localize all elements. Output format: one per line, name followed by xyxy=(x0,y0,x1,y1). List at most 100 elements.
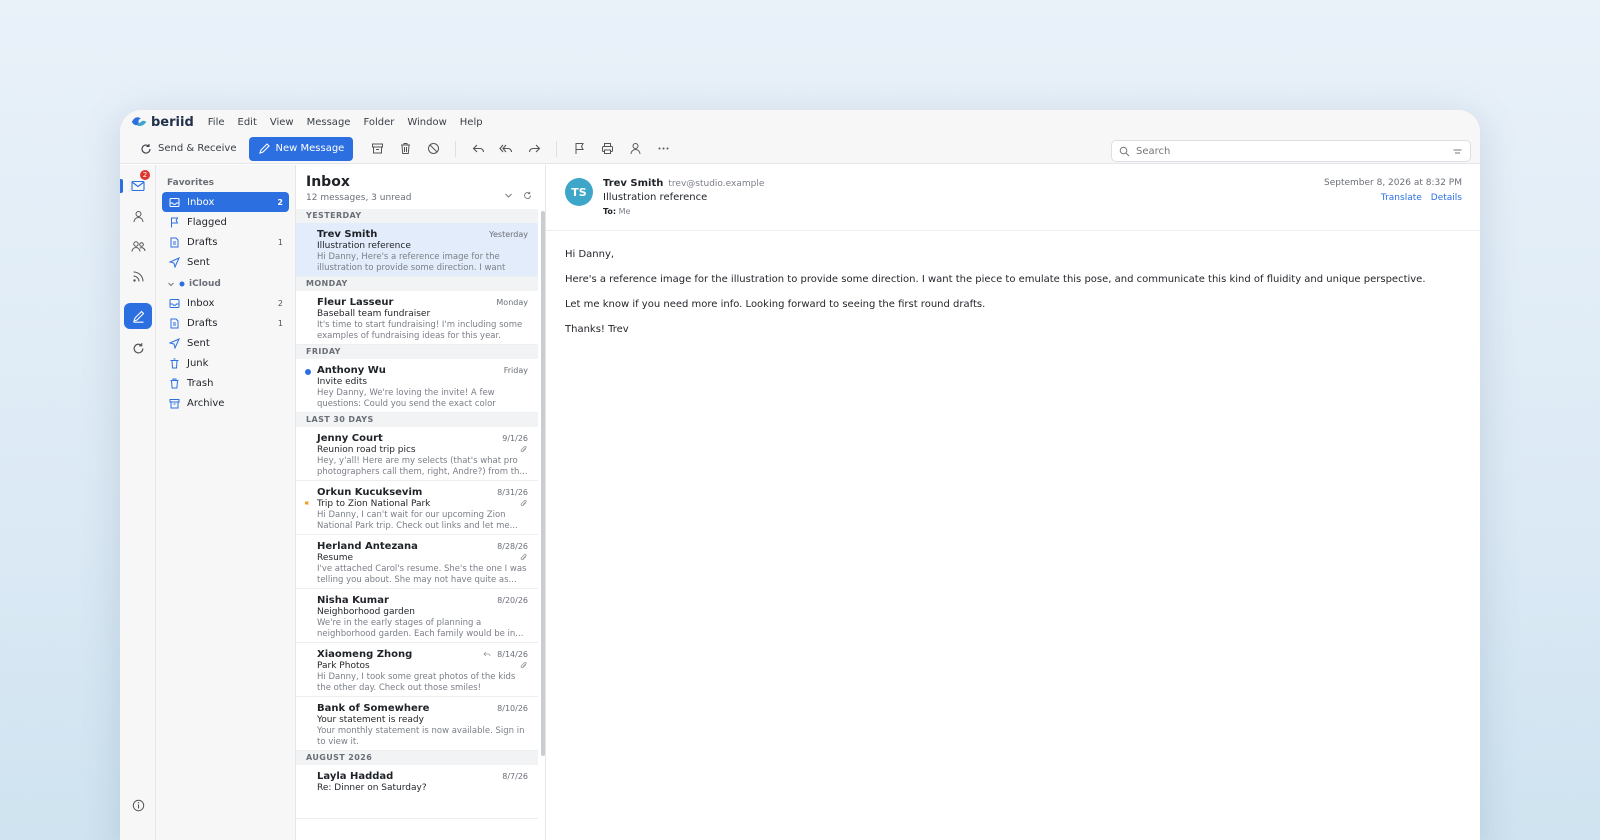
sender-avatar[interactable]: TS xyxy=(565,178,593,206)
archive-button[interactable] xyxy=(365,137,389,161)
menu-folder[interactable]: Folder xyxy=(363,117,394,128)
send-icon xyxy=(169,337,180,349)
message-preview: Hi Danny, I took some great photos of th… xyxy=(317,672,516,693)
menu-file[interactable]: File xyxy=(208,117,225,128)
compose-icon xyxy=(258,142,270,154)
message-date: Yesterday xyxy=(489,230,528,239)
trash-icon xyxy=(400,143,410,154)
contact-button[interactable] xyxy=(623,137,647,161)
message-row[interactable]: Xiaomeng Zhong 8/14/26 Park Photos Hi Da… xyxy=(296,643,538,697)
sender-email[interactable]: trev@studio.example xyxy=(668,179,764,189)
search-box[interactable] xyxy=(1111,140,1471,162)
mail-badge: 2 xyxy=(140,170,150,180)
flag-button[interactable] xyxy=(567,137,591,161)
sidebar-item-label: Inbox xyxy=(187,297,215,309)
reading-pane: TS Trev Smith trev@studio.example Illustr… xyxy=(546,165,1480,840)
sidebar-item-fav-inbox[interactable]: Inbox 2 xyxy=(162,192,289,212)
flag-icon xyxy=(171,217,179,227)
inbox-icon xyxy=(169,197,180,207)
favorites-heading: Favorites xyxy=(167,178,215,188)
message-row[interactable]: Bank of Somewhere 8/10/26 Your statement … xyxy=(296,697,538,751)
account-header[interactable]: iCloud xyxy=(156,275,295,293)
menu-edit[interactable]: Edit xyxy=(238,117,257,128)
message-row[interactable]: Layla Haddad 8/7/26 Re: Dinner on Saturda… xyxy=(296,765,538,819)
sidebar-item-drafts[interactable]: Drafts 1 xyxy=(162,313,289,333)
list-header: Inbox 12 messages, 3 unread xyxy=(296,165,545,209)
menu-window[interactable]: Window xyxy=(407,117,446,128)
details-link[interactable]: Details xyxy=(1431,193,1462,203)
rail-contacts-button[interactable] xyxy=(124,203,152,229)
rail-groups-button[interactable] xyxy=(124,233,152,259)
message-subject: Illustration reference xyxy=(317,241,411,251)
body-paragraph: Thanks! Trev xyxy=(565,324,629,335)
message-sender: Xiaomeng Zhong xyxy=(317,649,413,660)
message-row[interactable]: Herland Antezana 8/28/26 Resume I've atta… xyxy=(296,535,538,589)
message-row[interactable]: Jenny Court 9/1/26 Reunion road trip pics… xyxy=(296,427,538,481)
sidebar-item-fav-drafts[interactable]: Drafts 1 xyxy=(162,232,289,252)
rail-info-button[interactable] xyxy=(124,792,152,818)
sender-name[interactable]: Trev Smith xyxy=(603,178,663,189)
delete-button[interactable] xyxy=(393,137,417,161)
sidebar-item-junk[interactable]: Junk xyxy=(162,353,289,373)
archive-icon xyxy=(371,143,383,154)
sidebar-item-sent[interactable]: Sent xyxy=(162,333,289,353)
message-date: 8/7/26 xyxy=(502,772,528,781)
mailbox-title: Inbox xyxy=(306,174,350,190)
menu-message[interactable]: Message xyxy=(307,117,351,128)
mail-window: beriid File Edit View Message Folder Win… xyxy=(120,110,1480,840)
sidebar-item-label: Junk xyxy=(187,357,209,369)
rail-active-marker xyxy=(120,179,123,193)
content-area: 2 Favorites Inbox 2 Flagged Drafts 1 Sen… xyxy=(120,165,1480,840)
flag-icon xyxy=(575,143,584,154)
filter-icon[interactable] xyxy=(1452,146,1463,157)
sidebar-item-flagged[interactable]: Flagged xyxy=(162,212,289,232)
message-row[interactable]: Orkun Kucuksevim 8/31/26 Trip to Zion Nat… xyxy=(296,481,538,535)
rail-sync-button[interactable] xyxy=(124,335,152,361)
sidebar-item-label: Flagged xyxy=(187,216,227,228)
recipient[interactable]: Me xyxy=(619,207,631,216)
translate-link[interactable]: Translate xyxy=(1381,193,1422,203)
rail-feeds-button[interactable] xyxy=(124,263,152,289)
rail-mail-button[interactable]: 2 xyxy=(124,170,152,199)
refresh-icon[interactable] xyxy=(523,191,532,200)
message-subject: Park Photos xyxy=(317,661,370,671)
logo-text: beriid xyxy=(151,114,194,130)
group-label-last-30-days: LAST 30 DAYS xyxy=(296,413,538,427)
list-tools xyxy=(504,191,532,200)
new-message-button[interactable]: New Message xyxy=(248,136,354,161)
sidebar-item-inbox[interactable]: Inbox 2 xyxy=(162,293,289,313)
menu-help[interactable]: Help xyxy=(460,117,483,128)
unread-dot xyxy=(305,369,311,375)
message-date: 8/14/26 xyxy=(497,650,528,659)
reply-button[interactable] xyxy=(466,137,490,161)
message-sender: Bank of Somewhere xyxy=(317,703,430,714)
message-row[interactable]: Trev Smith Yesterday Illustration referen… xyxy=(296,223,538,277)
junk-button[interactable] xyxy=(421,137,445,161)
print-button[interactable] xyxy=(595,137,619,161)
message-subject: Reunion road trip pics xyxy=(317,445,416,455)
more-button[interactable] xyxy=(651,137,675,161)
message-row[interactable]: Fleur Lasseur Monday Baseball team fundra… xyxy=(296,291,538,345)
message-row[interactable]: Nisha Kumar 8/20/26 Neighborhood garden W… xyxy=(296,589,538,643)
rail-compose-button[interactable] xyxy=(124,303,152,329)
rss-icon xyxy=(132,271,143,282)
person-icon xyxy=(133,210,143,222)
message-header: TS Trev Smith trev@studio.example Illustr… xyxy=(546,165,1480,231)
sidebar-item-trash[interactable]: Trash xyxy=(162,373,289,393)
forward-button[interactable] xyxy=(522,137,546,161)
sidebar-item-archive[interactable]: Archive xyxy=(162,393,289,413)
menu-bar: beriid File Edit View Message Folder Win… xyxy=(120,110,1480,134)
message-timestamp: September 8, 2026 at 8:32 PM xyxy=(1324,178,1462,188)
list-scrollbar[interactable] xyxy=(541,211,545,756)
reply-all-icon xyxy=(499,144,513,153)
reply-all-button[interactable] xyxy=(494,137,518,161)
message-row[interactable]: Anthony Wu Friday Invite edits Hey Danny,… xyxy=(296,359,538,413)
message-preview: Hi Danny, Here's a reference image for t… xyxy=(317,252,506,273)
message-preview: It's time to start fundraising! I'm incl… xyxy=(317,320,523,341)
search-input[interactable] xyxy=(1136,145,1446,157)
send-icon xyxy=(169,256,180,268)
menu-view[interactable]: View xyxy=(270,117,294,128)
sidebar-item-fav-sent[interactable]: Sent xyxy=(162,252,289,272)
send-receive-button[interactable]: Send & Receive xyxy=(134,137,243,161)
sort-chevron-icon[interactable] xyxy=(504,191,513,200)
